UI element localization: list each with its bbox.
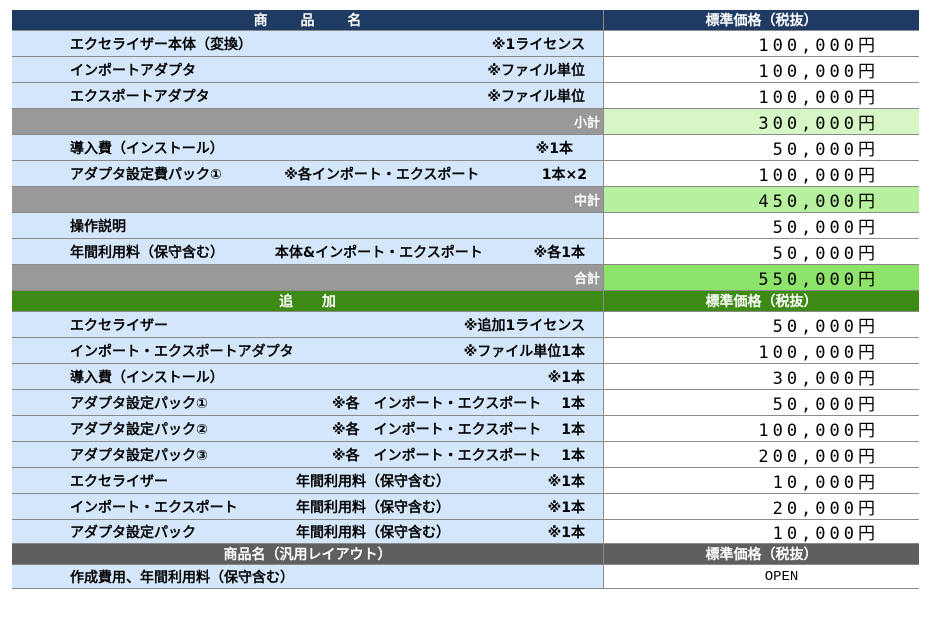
product-cell: アダプタ設定パック 年間利用料（保守含む） ※1本 [12, 520, 604, 543]
midtotal-price: 450,000円 [604, 187, 919, 212]
table-row: インポート・エクスポート 年間利用料（保守含む） ※1本 20,000円 [12, 494, 919, 520]
price-cell: 10,000円 [604, 520, 919, 543]
product-cell: 作成費用、年間利用料（保守含む） [12, 565, 604, 588]
table-row: 導入費（インストール） ※1本 30,000円 [12, 364, 919, 390]
product-cell: 導入費（インストール） ※1本 [12, 364, 604, 389]
midtotal-row: 中計 450,000円 [12, 187, 919, 213]
table-row: エクセライザー本体（変換） ※1ライセンス 100,000円 [12, 31, 919, 57]
price-table: 商 品 名 標準価格（税抜） エクセライザー本体（変換） ※1ライセンス 100,… [12, 10, 919, 589]
header-product-name: 商 品 名 [12, 10, 604, 30]
total-label: 合計 [12, 265, 604, 290]
table-row: 導入費（インストール） ※1本 50,000円 [12, 135, 919, 161]
table-row: アダプタ設定パック① ※各 インポート・エクスポート 1本 50,000円 [12, 390, 919, 416]
product-cell: エクセライザー 年間利用料（保守含む） ※1本 [12, 468, 604, 493]
product-cell: インポート・エクスポートアダプタ ※ファイル単位1本 [12, 338, 604, 363]
product-cell: エクスポートアダプタ ※ファイル単位 [12, 83, 604, 108]
table-row: アダプタ設定費パック① ※各インポート・エクスポート 1本×2 100,000円 [12, 161, 919, 187]
price-cell: 200,000円 [604, 442, 919, 467]
total-price: 550,000円 [604, 265, 919, 290]
price-cell: 50,000円 [604, 312, 919, 337]
addon-header-row: 追 加 標準価格（税抜） [12, 291, 919, 312]
product-cell: アダプタ設定パック③ ※各 インポート・エクスポート 1本 [12, 442, 604, 467]
header-generic: 商品名（汎用レイアウト） [12, 544, 604, 564]
product-cell: アダプタ設定費パック① ※各インポート・エクスポート 1本×2 [12, 161, 604, 186]
table-row: アダプタ設定パック③ ※各 インポート・エクスポート 1本 200,000円 [12, 442, 919, 468]
product-cell: 操作説明 [12, 213, 604, 238]
price-cell: 50,000円 [604, 239, 919, 264]
header-price: 標準価格（税抜） [705, 13, 818, 29]
table-row: アダプタ設定パック 年間利用料（保守含む） ※1本 10,000円 [12, 520, 919, 544]
table-row: エクスポートアダプタ ※ファイル単位 100,000円 [12, 83, 919, 109]
subtotal-row: 小計 300,000円 [12, 109, 919, 135]
product-cell: エクセライザー ※追加1ライセンス [12, 312, 604, 337]
product-cell: アダプタ設定パック② ※各 インポート・エクスポート 1本 [12, 416, 604, 441]
table-row: アダプタ設定パック② ※各 インポート・エクスポート 1本 100,000円 [12, 416, 919, 442]
table-row: エクセライザー ※追加1ライセンス 50,000円 [12, 312, 919, 338]
table-row: 操作説明 50,000円 [12, 213, 919, 239]
total-row: 合計 550,000円 [12, 265, 919, 291]
price-cell: 20,000円 [604, 494, 919, 519]
price-cell: 50,000円 [604, 213, 919, 238]
header-addon: 追 加 [12, 291, 604, 311]
subtotal-label: 小計 [12, 109, 604, 134]
price-cell: 100,000円 [604, 31, 919, 56]
price-cell: 100,000円 [604, 83, 919, 108]
product-cell: インポートアダプタ ※ファイル単位 [12, 57, 604, 82]
table-row: インポート・エクスポートアダプタ ※ファイル単位1本 100,000円 [12, 338, 919, 364]
price-cell: 100,000円 [604, 416, 919, 441]
product-cell: 年間利用料（保守含む） 本体&インポート・エクスポート ※各1本 [12, 239, 604, 264]
table-row: インポートアダプタ ※ファイル単位 100,000円 [12, 57, 919, 83]
midtotal-label: 中計 [12, 187, 604, 212]
price-cell: OPEN [604, 565, 919, 588]
header-price: 標準価格（税抜） [705, 547, 818, 563]
product-cell: 導入費（インストール） ※1本 [12, 135, 604, 160]
product-cell: エクセライザー本体（変換） ※1ライセンス [12, 31, 604, 56]
price-cell: 50,000円 [604, 390, 919, 415]
main-header-row: 商 品 名 標準価格（税抜） [12, 10, 919, 31]
price-cell: 100,000円 [604, 57, 919, 82]
header-price: 標準価格（税抜） [705, 294, 818, 310]
table-row: 作成費用、年間利用料（保守含む） OPEN [12, 565, 919, 589]
table-row: 年間利用料（保守含む） 本体&インポート・エクスポート ※各1本 50,000円 [12, 239, 919, 265]
price-cell: 30,000円 [604, 364, 919, 389]
price-cell: 10,000円 [604, 468, 919, 493]
subtotal-price: 300,000円 [604, 109, 919, 134]
price-cell: 50,000円 [604, 135, 919, 160]
product-cell: インポート・エクスポート 年間利用料（保守含む） ※1本 [12, 494, 604, 519]
price-cell: 100,000円 [604, 338, 919, 363]
product-cell: アダプタ設定パック① ※各 インポート・エクスポート 1本 [12, 390, 604, 415]
table-row: エクセライザー 年間利用料（保守含む） ※1本 10,000円 [12, 468, 919, 494]
generic-header-row: 商品名（汎用レイアウト） 標準価格（税抜） [12, 544, 919, 565]
price-cell: 100,000円 [604, 161, 919, 186]
